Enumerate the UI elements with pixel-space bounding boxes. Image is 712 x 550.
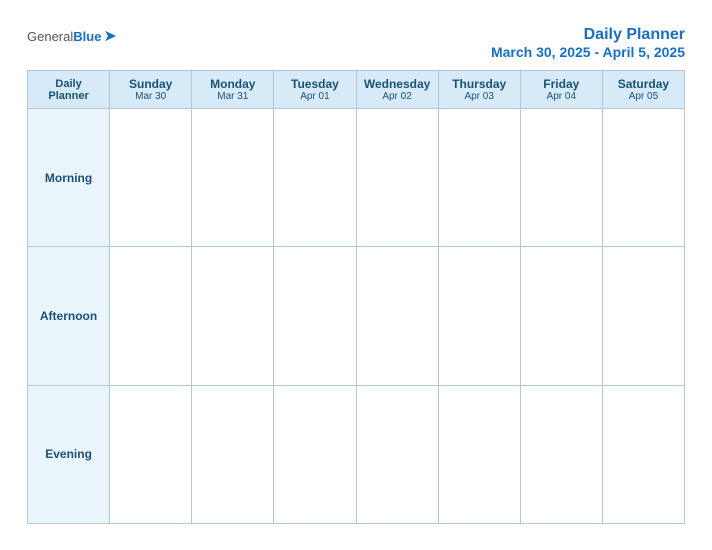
day-date: Mar 30 — [114, 91, 187, 102]
planner-cell[interactable] — [192, 247, 274, 385]
day-name: Sunday — [114, 77, 187, 91]
day-date: Apr 03 — [443, 91, 516, 102]
planner-table: Daily Planner Sunday Mar 30Monday Mar 31… — [27, 70, 685, 524]
logo-blue-text: Blue — [73, 29, 101, 44]
logo-general-text: General — [27, 29, 73, 44]
table-header-day: Friday Apr 04 — [520, 71, 602, 109]
planner-cell[interactable] — [356, 109, 438, 247]
table-header-day: Sunday Mar 30 — [110, 71, 192, 109]
table-header-day: Thursday Apr 03 — [438, 71, 520, 109]
planner-cell[interactable] — [520, 385, 602, 523]
header: General Blue ➤ Daily Planner March 30, 2… — [27, 26, 685, 60]
row-label: Morning — [28, 109, 110, 247]
planner-cell[interactable] — [192, 109, 274, 247]
planner-cell[interactable] — [110, 385, 192, 523]
day-name: Friday — [525, 77, 598, 91]
table-header-day: Wednesday Apr 02 — [356, 71, 438, 109]
logo-area: General Blue ➤ — [27, 26, 117, 46]
planner-date-range: March 30, 2025 - April 5, 2025 — [491, 44, 685, 60]
day-name: Thursday — [443, 77, 516, 91]
row-label: Afternoon — [28, 247, 110, 385]
table-header-day: Monday Mar 31 — [192, 71, 274, 109]
planner-cell[interactable] — [520, 109, 602, 247]
day-date: Apr 04 — [525, 91, 598, 102]
day-date: Apr 05 — [607, 91, 680, 102]
day-date: Apr 01 — [278, 91, 351, 102]
logo-bird-icon: ➤ — [103, 26, 116, 46]
day-name: Tuesday — [278, 77, 351, 91]
logo: General Blue ➤ — [27, 26, 117, 46]
table-header-day: Saturday Apr 05 — [602, 71, 684, 109]
table-row: Evening — [28, 385, 685, 523]
planner-cell[interactable] — [110, 247, 192, 385]
header-label-line1: Daily — [55, 78, 81, 90]
planner-cell[interactable] — [520, 247, 602, 385]
planner-cell[interactable] — [274, 385, 356, 523]
table-row: Morning — [28, 109, 685, 247]
table-row: Afternoon — [28, 247, 685, 385]
page: General Blue ➤ Daily Planner March 30, 2… — [11, 10, 701, 540]
day-date: Mar 31 — [196, 91, 269, 102]
planner-cell[interactable] — [602, 109, 684, 247]
planner-cell[interactable] — [438, 109, 520, 247]
title-area: Daily Planner March 30, 2025 - April 5, … — [491, 26, 685, 60]
table-header-label: Daily Planner — [28, 71, 110, 109]
planner-cell[interactable] — [602, 247, 684, 385]
header-label-line2: Planner — [48, 90, 88, 102]
planner-cell[interactable] — [192, 385, 274, 523]
planner-title: Daily Planner — [491, 26, 685, 44]
planner-cell[interactable] — [110, 109, 192, 247]
day-date: Apr 02 — [361, 91, 434, 102]
planner-cell[interactable] — [274, 109, 356, 247]
day-name: Saturday — [607, 77, 680, 91]
day-name: Monday — [196, 77, 269, 91]
planner-cell[interactable] — [438, 247, 520, 385]
table-header-day: Tuesday Apr 01 — [274, 71, 356, 109]
planner-cell[interactable] — [356, 247, 438, 385]
planner-cell[interactable] — [602, 385, 684, 523]
planner-cell[interactable] — [274, 247, 356, 385]
planner-cell[interactable] — [356, 385, 438, 523]
row-label: Evening — [28, 385, 110, 523]
day-name: Wednesday — [361, 77, 434, 91]
planner-cell[interactable] — [438, 385, 520, 523]
